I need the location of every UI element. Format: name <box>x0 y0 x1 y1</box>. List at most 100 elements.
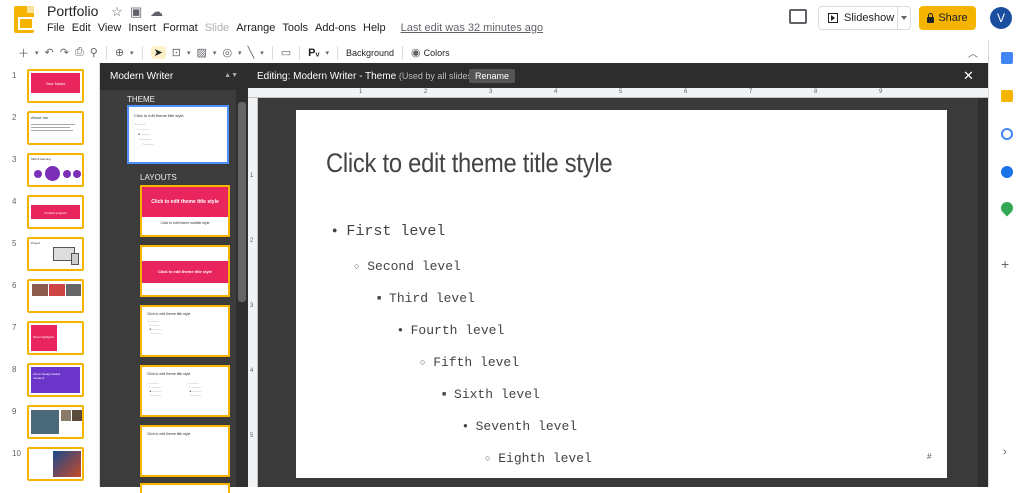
level-text: Sixth level <box>454 387 540 402</box>
new-slide-dropdown-icon[interactable]: ▾ <box>35 49 39 57</box>
insert-comment-icon[interactable]: ▭ <box>281 46 291 59</box>
menu-file[interactable]: File <box>47 22 65 34</box>
text-box-dropdown-icon[interactable]: ▾ <box>187 49 191 57</box>
menu-tools[interactable]: Tools <box>282 22 308 34</box>
layout-title: Click to edit theme title style <box>147 432 191 436</box>
body-level-7[interactable]: ● Seventh level <box>463 419 577 434</box>
slide-thumbnail-2[interactable]: About me <box>27 111 84 145</box>
bullet-icon: ○ <box>420 358 426 368</box>
title-placeholder[interactable]: Click to edit theme title style <box>326 148 613 179</box>
zoom-dropdown-icon[interactable]: ▾ <box>130 49 134 57</box>
shape-icon[interactable]: ◎ <box>222 46 232 59</box>
colors-button[interactable]: Colors <box>424 48 450 58</box>
new-slide-icon[interactable]: ＋ <box>18 45 29 61</box>
star-icon[interactable]: ☆ <box>111 4 123 20</box>
move-folder-icon[interactable]: ▣ <box>130 4 142 20</box>
layout-title-two-columns[interactable]: Click to edit theme title style • ——— ○ … <box>140 365 230 417</box>
slide-thumbnail-5[interactable]: Project <box>27 237 84 271</box>
body-level-4[interactable]: ● Fourth level <box>398 323 504 338</box>
last-edit-link[interactable]: Last edit was 32 minutes ago <box>401 22 543 34</box>
menu-arrange[interactable]: Arrange <box>236 22 275 34</box>
placeholder-dropdown-icon[interactable]: ▾ <box>325 49 329 57</box>
layout-title-only[interactable]: Click to edit theme title style <box>140 425 230 477</box>
body-level-3[interactable]: ■ Third level <box>377 291 475 306</box>
close-icon[interactable]: ✕ <box>963 68 974 84</box>
zoom-icon[interactable]: ⊕ <box>115 46 124 59</box>
layout-section-header[interactable]: Click to edit theme title style <box>140 245 230 297</box>
slide-number: 8 <box>12 365 17 374</box>
slides-logo-icon[interactable] <box>14 6 34 33</box>
ruler-tick-label: 2 <box>250 238 254 244</box>
menu-slide[interactable]: Slide <box>205 22 229 34</box>
shape-dropdown-icon[interactable]: ▾ <box>238 49 242 57</box>
text-box-icon[interactable]: ⊡ <box>172 46 181 59</box>
tasks-icon[interactable] <box>1001 128 1013 140</box>
layout-next-partial[interactable] <box>140 483 230 493</box>
layouts-scrollbar[interactable] <box>236 90 248 487</box>
menu-insert[interactable]: Insert <box>128 22 156 34</box>
slide-thumbnail-9[interactable] <box>27 405 84 439</box>
ruler-tick-label: 9 <box>879 89 883 95</box>
slide-thumbnail-1[interactable]: Your Name <box>27 69 84 103</box>
slide-thumbnail-4[interactable]: Portfolio projects <box>27 195 84 229</box>
redo-icon[interactable]: ↷ <box>60 46 69 59</box>
editor-scrollbar[interactable] <box>978 98 988 487</box>
print-icon[interactable]: ⎙ <box>75 46 84 59</box>
scrollbar-thumb[interactable] <box>238 102 246 302</box>
menu-format[interactable]: Format <box>163 22 198 34</box>
ruler-tick-label: 7 <box>749 89 753 95</box>
background-button[interactable]: Background <box>346 48 394 58</box>
horizontal-ruler[interactable]: 1 2 3 4 5 6 7 8 9 <box>248 88 988 98</box>
body-level-5[interactable]: ○ Fifth level <box>420 355 519 370</box>
layout-title-and-body[interactable]: Click to edit theme title style • ——— ○ … <box>140 305 230 357</box>
expand-side-panel-chevron-icon[interactable]: › <box>1003 446 1007 458</box>
line-icon[interactable]: ╲ <box>248 46 255 59</box>
body-level-6[interactable]: ■ Sixth level <box>442 387 540 402</box>
slide-thumbnail-10[interactable] <box>27 447 84 481</box>
line-dropdown-icon[interactable]: ▾ <box>260 49 264 57</box>
theme-master-thumbnail[interactable]: Click to edit theme title style • ——— ○ … <box>127 105 229 164</box>
slide-thumbnail-8[interactable]: Acme Design Award recipient <box>27 363 84 397</box>
menu-edit[interactable]: Edit <box>72 22 91 34</box>
slide-number-placeholder[interactable]: # <box>927 452 931 461</box>
paint-format-icon[interactable]: ⚲ <box>90 46 98 59</box>
slideshow-button[interactable]: Slideshow <box>818 6 911 30</box>
contacts-icon[interactable] <box>1001 166 1013 178</box>
undo-icon[interactable]: ↶ <box>45 46 54 59</box>
keep-icon[interactable] <box>1001 90 1013 102</box>
body-level-2[interactable]: ○ Second level <box>354 259 461 274</box>
calendar-icon[interactable] <box>1001 52 1013 64</box>
cloud-status-icon[interactable]: ☁ <box>150 4 163 20</box>
ruler-tick-label: 2 <box>424 89 428 95</box>
body-level-1[interactable]: ● First level <box>332 223 445 240</box>
share-button[interactable]: Share <box>919 6 976 30</box>
ruler-tick-label: 3 <box>250 303 254 309</box>
placeholder-icon[interactable]: Pᵥ <box>308 47 319 59</box>
get-addons-plus-icon[interactable]: + <box>1001 256 1009 272</box>
slide-thumbnail-6[interactable] <box>27 279 84 313</box>
menu-view[interactable]: View <box>98 22 122 34</box>
image-icon[interactable]: ▨ <box>197 46 207 59</box>
palette-icon: ◉ <box>411 47 421 59</box>
vertical-ruler[interactable]: 1 2 3 4 5 <box>248 98 258 487</box>
thumb-text: Portfolio projects <box>44 211 67 215</box>
sort-arrows-icon[interactable]: ▲▼ <box>224 72 238 79</box>
image-dropdown-icon[interactable]: ▾ <box>213 49 217 57</box>
maps-icon[interactable] <box>998 199 1016 217</box>
lock-icon <box>927 12 935 23</box>
menu-addons[interactable]: Add-ons <box>315 22 356 34</box>
document-title[interactable]: Portfolio <box>47 3 98 19</box>
body-level-8[interactable]: ○ Eighth level <box>485 451 592 466</box>
master-slide[interactable]: Click to edit theme title style ● First … <box>296 110 947 478</box>
comment-history-icon[interactable] <box>789 9 807 24</box>
toolbar-divider <box>105 45 107 60</box>
layout-title-slide[interactable]: Click to edit theme title style Click to… <box>140 185 230 237</box>
menu-help[interactable]: Help <box>363 22 386 34</box>
avatar[interactable]: V <box>990 7 1012 29</box>
rename-button[interactable]: Rename <box>469 69 516 83</box>
slideshow-dropdown-arrow[interactable] <box>897 7 910 29</box>
select-pointer-icon[interactable]: ➤ <box>150 46 166 59</box>
slide-thumbnail-3[interactable]: Skill & learning <box>27 153 84 187</box>
hide-menus-chevron-icon[interactable]: ︿ <box>968 45 978 60</box>
slide-thumbnail-7[interactable]: Show highlights <box>27 321 84 355</box>
